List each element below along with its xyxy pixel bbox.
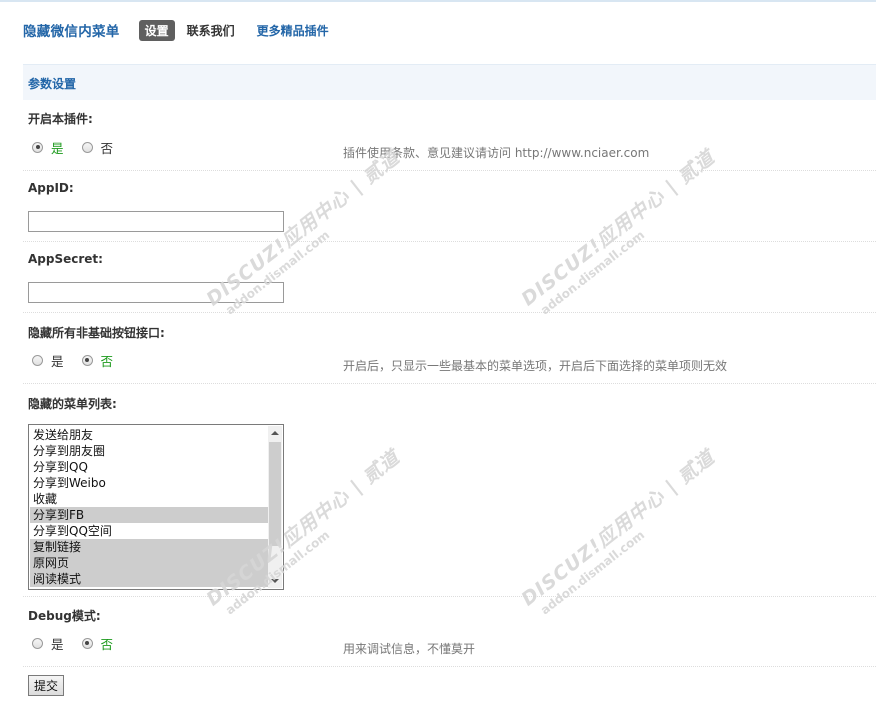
enable-no-radio[interactable] <box>81 141 93 153</box>
appsecret-label: AppSecret: <box>28 252 103 266</box>
listbox-option[interactable]: 阅读模式 <box>30 571 268 587</box>
listbox-option[interactable]: 分享到QQ空间 <box>30 523 268 539</box>
enable-plugin-label: 开启本插件: <box>28 112 93 126</box>
divider <box>23 170 876 171</box>
enable-plugin-radio-group: 是 否 <box>32 138 131 157</box>
watermark: DISCUZ!应用中心 | 贰道 addon.dismall.com <box>515 146 722 353</box>
hide-non-basic-hint: 开启后，只显示一些最基本的菜单选项，开启后下面选择的菜单项则无效 <box>343 359 728 373</box>
enable-yes-label[interactable]: 是 <box>51 138 64 157</box>
debug-label: Debug模式: <box>28 609 101 623</box>
scroll-down-icon[interactable] <box>271 579 279 583</box>
top-border <box>0 0 876 2</box>
divider <box>23 241 876 242</box>
scroll-up-icon[interactable] <box>271 431 279 435</box>
debug-hint: 用来调试信息，不懂莫开 <box>343 642 476 656</box>
listbox-option[interactable]: 分享到Weibo <box>30 475 268 491</box>
listbox-option[interactable]: 收藏 <box>30 491 268 507</box>
plugin-header: 隐藏微信内菜单 设置 联系我们 更多精品插件 <box>23 19 351 41</box>
hide-non-basic-no-radio[interactable] <box>81 354 93 366</box>
divider <box>23 596 876 597</box>
hidden-menu-list-label: 隐藏的菜单列表: <box>28 397 117 411</box>
section-title: 参数设置 <box>28 77 77 91</box>
appsecret-input[interactable] <box>28 282 284 303</box>
watermark-text: DISCUZ!应用中心 | 贰道 <box>517 146 719 311</box>
listbox-option[interactable]: 分享到朋友圈 <box>30 443 268 459</box>
appid-input[interactable] <box>28 211 284 232</box>
debug-no-radio[interactable] <box>81 637 93 649</box>
debug-yes-radio[interactable] <box>32 637 43 649</box>
hide-non-basic-yes-radio[interactable] <box>32 354 43 366</box>
listbox-option[interactable]: 分享到QQ <box>30 459 268 475</box>
watermark: DISCUZ!应用中心 | 贰道 addon.dismall.com <box>200 146 407 353</box>
hide-non-basic-radio-group: 是 否 <box>32 351 131 370</box>
divider <box>23 666 876 667</box>
watermark-subtext: addon.dismall.com <box>537 227 648 318</box>
submit-button[interactable]: 提交 <box>28 675 65 696</box>
hide-non-basic-yes-label[interactable]: 是 <box>51 351 64 370</box>
debug-yes-label[interactable]: 是 <box>51 634 64 653</box>
listbox-option[interactable]: 复制链接 <box>30 539 268 555</box>
divider <box>23 383 876 384</box>
enable-plugin-hint: 插件使用条款、意见建议请访问 http://www.nciaer.com <box>343 146 650 160</box>
hide-non-basic-no-label[interactable]: 否 <box>101 351 114 370</box>
appid-label: AppID: <box>28 181 74 195</box>
enable-no-label[interactable]: 否 <box>101 138 114 157</box>
tab-settings[interactable]: 设置 <box>138 19 175 41</box>
tab-more-plugins[interactable]: 更多精品插件 <box>257 22 329 39</box>
scroll-thumb[interactable] <box>269 442 281 546</box>
plugin-title: 隐藏微信内菜单 <box>23 24 120 40</box>
debug-radio-group: 是 否 <box>32 634 131 653</box>
hidden-menu-listbox[interactable]: 发送给朋友 分享到朋友圈 分享到QQ 分享到Weibo 收藏 分享到FB 分享到QQ空间 复制… <box>28 424 284 590</box>
listbox-options: 发送给朋友 分享到朋友圈 分享到QQ 分享到Weibo 收藏 分享到FB 分享到QQ空间 复制… <box>30 427 268 587</box>
watermark-text: DISCUZ!应用中心 | 贰道 <box>517 446 719 611</box>
debug-no-label[interactable]: 否 <box>101 634 114 653</box>
listbox-option[interactable]: 分享到FB <box>30 507 268 523</box>
watermark-subtext: addon.dismall.com <box>537 527 648 618</box>
listbox-option[interactable]: 原网页 <box>30 555 268 571</box>
listbox-scrollbar[interactable] <box>268 426 282 588</box>
enable-yes-radio[interactable] <box>32 141 43 153</box>
section-header: 参数设置 <box>23 64 876 100</box>
listbox-option[interactable]: 发送给朋友 <box>30 427 268 443</box>
divider <box>23 312 876 313</box>
settings-page: 隐藏微信内菜单 设置 联系我们 更多精品插件 参数设置 开启本插件: 是 否 插… <box>0 0 876 715</box>
hide-non-basic-label: 隐藏所有非基础按钮接口: <box>28 326 165 340</box>
watermark: DISCUZ!应用中心 | 贰道 addon.dismall.com <box>515 446 722 653</box>
tab-contact-us[interactable]: 联系我们 <box>187 22 235 39</box>
